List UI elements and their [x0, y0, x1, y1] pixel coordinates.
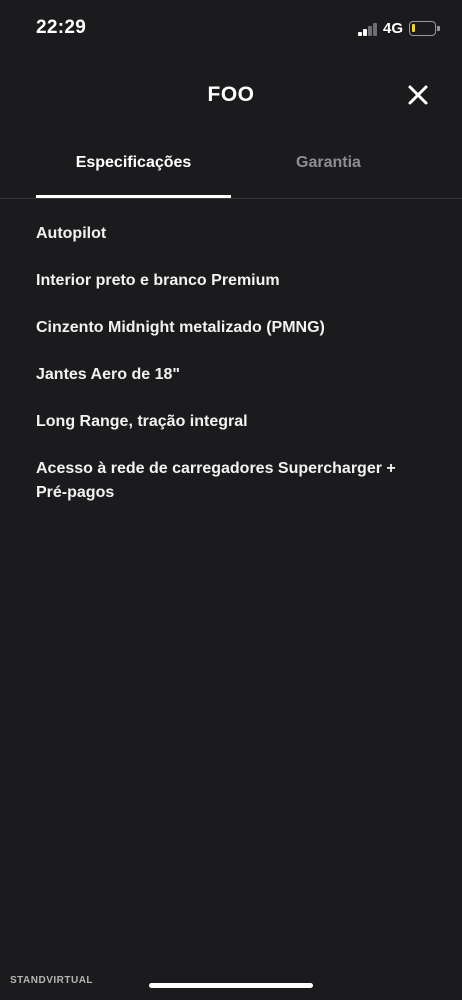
tab-garantia[interactable]: Garantia: [231, 154, 426, 172]
tab-especificacoes[interactable]: Especificações: [36, 154, 231, 172]
status-bar: 22:29 4G: [0, 0, 462, 60]
status-time: 22:29: [36, 17, 87, 38]
spec-item: Jantes Aero de 18": [36, 366, 180, 383]
spec-item: Cinzento Midnight metalizado (PMNG): [36, 319, 325, 336]
spec-item: Long Range, tração integral: [36, 413, 248, 430]
spec-list: Autopilot Interior preto e branco Premiu…: [36, 222, 426, 528]
home-indicator[interactable]: [149, 983, 313, 988]
screen: 22:29 4G FOO Especificações Garantia Aut…: [0, 0, 462, 1000]
tab-bar: Especificações Garantia: [0, 140, 462, 200]
battery-icon: [409, 21, 436, 36]
spec-item: Interior preto e branco Premium: [36, 272, 280, 289]
spec-item: Acesso à rede de carregadores Supercharg…: [36, 460, 396, 501]
page-title: FOO: [207, 83, 255, 106]
spec-item: Autopilot: [36, 225, 107, 242]
cellular-signal-icon: [358, 23, 378, 36]
battery-level: [412, 24, 415, 32]
battery-cap: [437, 26, 440, 31]
network-type: 4G: [383, 20, 404, 37]
tab-divider: [0, 198, 462, 199]
close-icon: [408, 85, 428, 105]
close-button[interactable]: [404, 81, 432, 109]
watermark-logo: STANDVIRTUAL: [10, 975, 94, 986]
